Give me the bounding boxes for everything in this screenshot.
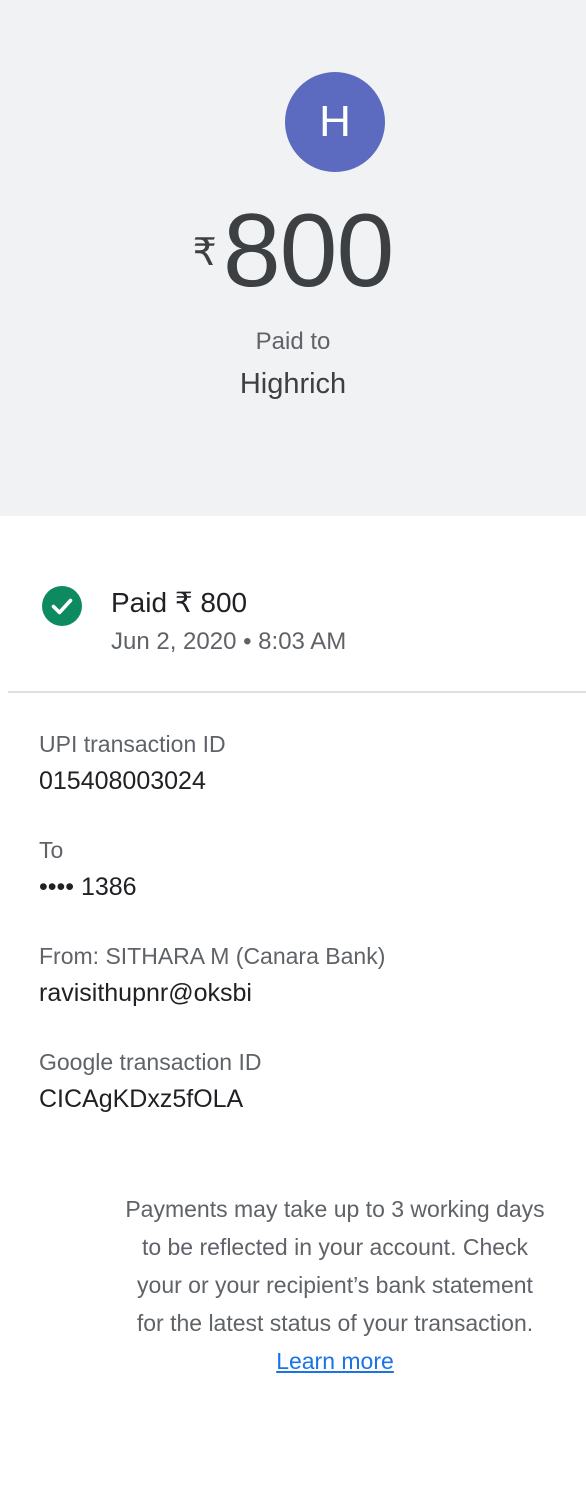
payment-summary-header: H ₹800 Paid to Highrich [0, 0, 586, 516]
detail-value: •••• 1386 [39, 873, 137, 901]
detail-upi-transaction-id: UPI transaction ID 015408003024 [39, 729, 579, 797]
notice-line: Payments may take up to 3 working days [125, 1196, 545, 1222]
payee-avatar: H [285, 72, 385, 172]
detail-label: From: SITHARA M (Canara Bank) [39, 943, 386, 969]
detail-to-account: To •••• 1386 [39, 835, 579, 903]
learn-more-link[interactable]: Learn more [276, 1348, 394, 1374]
payee-name: Highrich [239, 368, 347, 400]
currency-symbol: ₹ [192, 232, 217, 274]
divider [8, 691, 586, 693]
paid-to-label: Paid to [255, 328, 331, 355]
detail-value[interactable]: CICAgKDxz5fOLA [39, 1083, 579, 1115]
amount-value: 800 [222, 193, 395, 309]
detail-value[interactable]: 015408003024 [39, 765, 579, 797]
detail-value: ravisithupnr@oksbi [39, 979, 252, 1007]
notice-line: your or your recipient’s bank statement [137, 1272, 533, 1298]
detail-from-account: From: SITHARA M (Canara Bank) ravisithup… [39, 941, 579, 1009]
detail-google-transaction-id: Google transaction ID CICAgKDxz5fOLA [39, 1047, 579, 1115]
notice-line: for the latest status of your transactio… [136, 1310, 534, 1336]
payment-datetime: Jun 2, 2020 • 8:03 AM [111, 628, 347, 655]
payment-status-title: Paid ₹ 800 [111, 587, 248, 618]
notice-line: to be reflected in your account. Check [141, 1234, 529, 1260]
amount-display: ₹800 [0, 196, 586, 306]
payment-notice: Payments may take up to 3 working days t… [88, 1190, 582, 1380]
detail-label: To [39, 837, 64, 863]
payment-status-row: Paid ₹ 800 Jun 2, 2020 • 8:03 AM [0, 580, 586, 660]
check-circle-icon [42, 586, 82, 626]
detail-label: Google transaction ID [39, 1049, 262, 1075]
detail-label: UPI transaction ID [39, 731, 226, 757]
